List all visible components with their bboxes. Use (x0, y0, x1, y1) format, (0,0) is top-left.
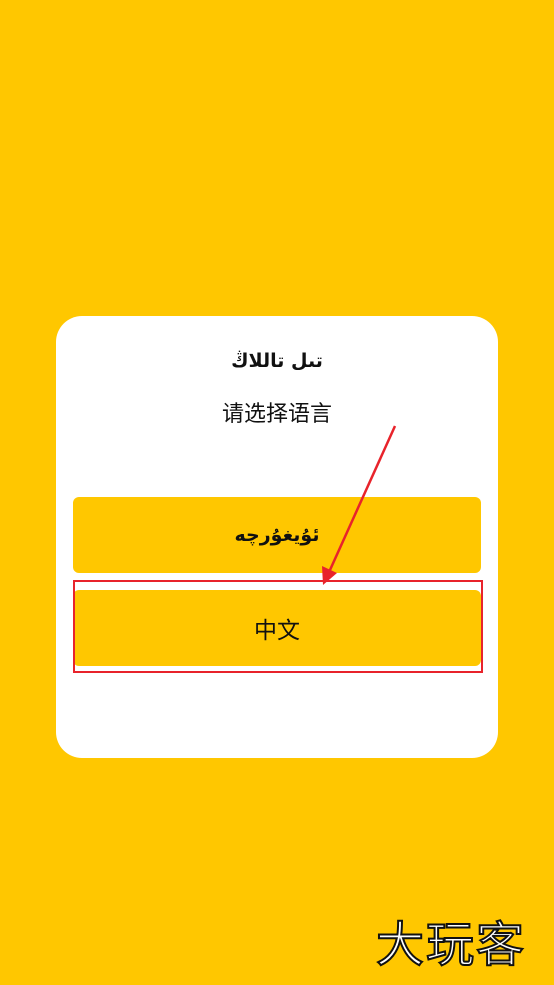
watermark-logo: 大玩客 (375, 916, 527, 974)
dialog-title-chinese: 请选择语言 (221, 402, 332, 427)
annotation-highlight-box (73, 580, 483, 673)
uyghur-language-button[interactable]: ئۇيغۇرچە (73, 497, 481, 573)
dialog-title-uyghur: تىل تاللاڭ (231, 350, 323, 372)
